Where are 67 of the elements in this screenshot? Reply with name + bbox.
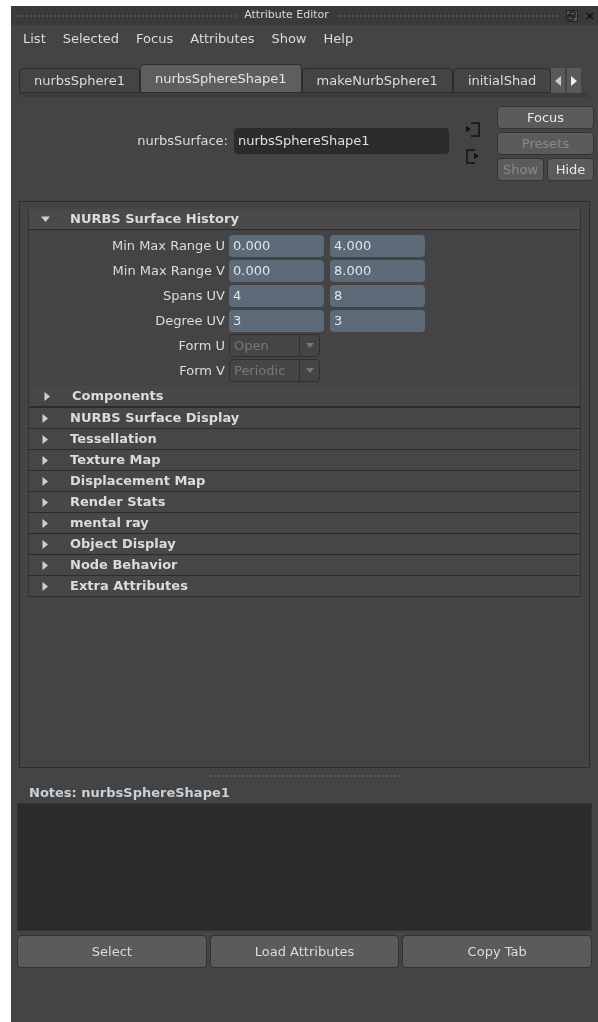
- menu-item[interactable]: Show: [271, 29, 307, 49]
- attribute-label: Form V: [178, 361, 226, 380]
- attribute-label: Min Max Range U: [110, 236, 226, 255]
- attribute-label: Degree UV: [154, 311, 226, 330]
- number-field[interactable]: 4.000: [330, 234, 425, 257]
- left-arrow-icon: [555, 75, 562, 86]
- tab-scroll-left-button[interactable]: [551, 68, 566, 93]
- notes-text-area[interactable]: [17, 803, 592, 931]
- close-icon[interactable]: [586, 9, 594, 22]
- section-header[interactable]: NURBS Surface History: [29, 209, 580, 230]
- attribute-label: Spans UV: [161, 286, 226, 305]
- section-title: NURBS Surface Display: [70, 409, 240, 428]
- menu-item[interactable]: Selected: [62, 29, 120, 49]
- menu-item[interactable]: Help: [323, 29, 354, 49]
- tab[interactable]: makeNurbSphere1: [301, 68, 453, 93]
- number-field[interactable]: 0.000: [229, 259, 324, 282]
- input-connection-icon[interactable]: [466, 122, 480, 137]
- attribute-label: Min Max Range V: [111, 261, 226, 280]
- tab[interactable]: initialShad: [452, 68, 552, 93]
- section-title: Displacement Map: [70, 472, 206, 491]
- expand-arrow-icon: [41, 455, 50, 465]
- right-arrow-icon: [571, 75, 578, 86]
- section-title: Components: [72, 387, 164, 406]
- side-button[interactable]: Focus: [497, 106, 594, 129]
- section-title: Tessellation: [70, 430, 157, 449]
- section-title: Node Behavior: [70, 556, 178, 575]
- expand-arrow-icon: [41, 581, 50, 591]
- footer-button[interactable]: Load Attributes: [209, 935, 400, 968]
- number-field[interactable]: 0.000: [229, 234, 324, 257]
- expand-arrow-icon: [41, 476, 50, 486]
- footer-button[interactable]: Copy Tab: [402, 935, 592, 968]
- node-label: nurbsSurface:: [137, 132, 228, 151]
- node-name-field[interactable]: nurbsSphereShape1: [234, 128, 449, 154]
- window-title: Attribute Editor: [244, 7, 329, 24]
- section-title: Render Stats: [70, 493, 166, 512]
- footer-button[interactable]: Select: [17, 935, 207, 968]
- menu-item[interactable]: List: [23, 29, 46, 49]
- expand-arrow-icon: [43, 391, 52, 401]
- expand-arrow-icon: [41, 497, 50, 507]
- tab[interactable]: nurbsSphere1: [19, 68, 140, 93]
- notes-label: Notes: nurbsSphereShape1: [28, 784, 231, 802]
- section-title: Object Display: [70, 535, 176, 554]
- dropdown-arrow-icon: [305, 368, 314, 373]
- side-button[interactable]: Hide: [547, 158, 594, 181]
- expand-arrow-icon: [41, 434, 50, 444]
- output-connection-icon[interactable]: [466, 149, 480, 164]
- section-title: Texture Map: [70, 451, 161, 470]
- attribute-label: Form U: [177, 336, 226, 355]
- expand-arrow-icon: [41, 560, 50, 570]
- menu-item[interactable]: Attributes: [190, 29, 255, 49]
- expand-arrow-icon: [41, 539, 50, 549]
- menu-item[interactable]: Focus: [136, 29, 174, 49]
- section-title: Extra Attributes: [70, 577, 188, 596]
- number-field[interactable]: 4: [229, 284, 324, 307]
- tab[interactable]: nurbsSphereShape1: [139, 64, 302, 93]
- number-field[interactable]: 3: [229, 309, 324, 332]
- section-title: NURBS Surface History: [70, 210, 239, 229]
- number-field[interactable]: 8.000: [330, 259, 425, 282]
- expand-arrow-icon: [41, 518, 50, 528]
- collapse-arrow-icon: [41, 214, 50, 224]
- tab-scroll-right-button[interactable]: [567, 68, 582, 93]
- expand-arrow-icon: [41, 413, 50, 423]
- section-title: mental ray: [70, 514, 149, 533]
- number-field[interactable]: 3: [330, 309, 425, 332]
- dropdown-arrow-icon: [305, 343, 314, 348]
- number-field[interactable]: 8: [330, 284, 425, 307]
- restore-icon[interactable]: [566, 9, 578, 22]
